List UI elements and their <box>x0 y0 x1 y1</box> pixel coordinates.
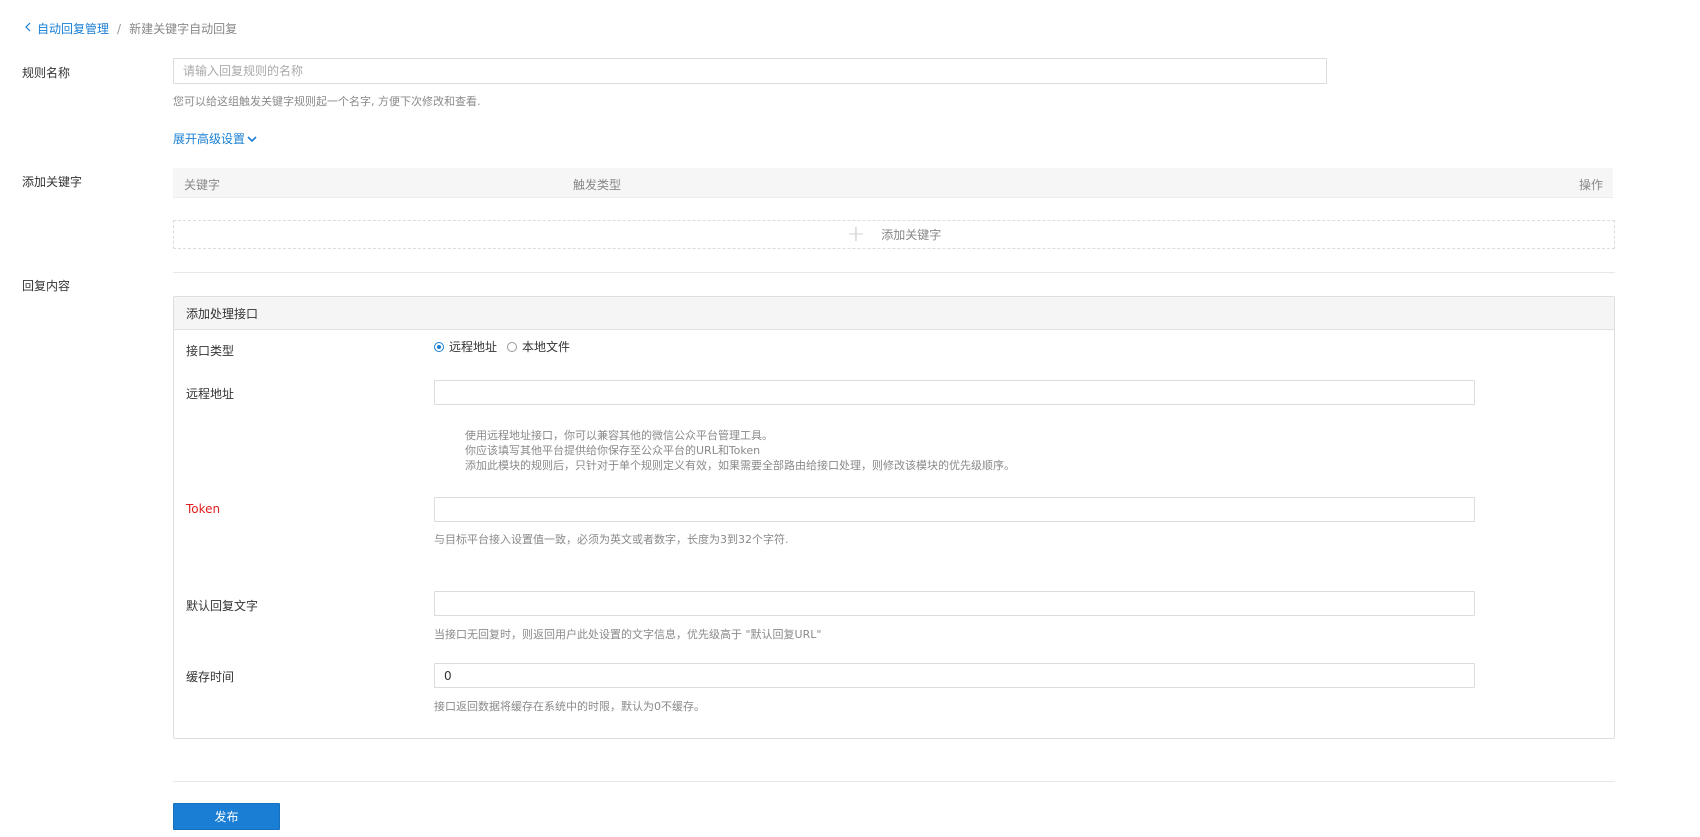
expand-advanced-link[interactable]: 展开高级设置 <box>173 130 257 147</box>
cache-time-help: 接口返回数据将缓存在系统中的时限，默认为0不缓存。 <box>434 700 705 713</box>
reply-content-label: 回复内容 <box>22 279 71 293</box>
radio-local-file-label: 本地文件 <box>522 340 571 354</box>
breadcrumb-parent-link[interactable]: 自动回复管理 <box>37 20 109 37</box>
api-panel-title: 添加处理接口 <box>174 297 1614 330</box>
remote-url-label: 远程地址 <box>186 387 235 401</box>
token-input[interactable] <box>434 497 1475 522</box>
column-header-trigger-type: 触发类型 <box>573 178 622 192</box>
token-help: 与目标平台接入设置值一致，必须为英文或者数字，长度为3到32个字符. <box>434 533 789 546</box>
radio-remote-url[interactable]: 远程地址 <box>434 338 497 355</box>
default-reply-text-label: 默认回复文字 <box>186 599 259 613</box>
plus-icon: + <box>846 221 866 247</box>
section-divider <box>173 272 1615 273</box>
radio-unchecked-icon <box>507 341 518 352</box>
cache-time-input[interactable] <box>434 663 1475 688</box>
remote-url-help-line: 使用远程地址接口，你可以兼容其他的微信公众平台管理工具。 <box>465 429 773 442</box>
breadcrumb-separator: / <box>117 21 122 36</box>
rule-name-label: 规则名称 <box>22 66 71 80</box>
radio-checked-icon <box>434 341 444 352</box>
keywords-table-header: 关键字 触发类型 操作 <box>173 168 1613 198</box>
footer-divider <box>173 781 1615 782</box>
cache-time-label: 缓存时间 <box>186 670 235 684</box>
default-reply-text-help: 当接口无回复时，则返回用户此处设置的文字信息，优先级高于 "默认回复URL" <box>434 628 822 641</box>
chevron-left-icon[interactable] <box>24 21 31 36</box>
radio-local-file[interactable]: 本地文件 <box>507 338 570 355</box>
column-header-keyword: 关键字 <box>184 178 221 192</box>
chevron-down-icon <box>247 135 257 142</box>
add-keyword-label: 添加关键字 <box>881 228 942 242</box>
column-header-actions: 操作 <box>1578 178 1603 192</box>
remote-url-help: 使用远程地址接口，你可以兼容其他的微信公众平台管理工具。 你应该填写其他平台提供… <box>465 428 1015 473</box>
default-reply-text-input[interactable] <box>434 591 1475 616</box>
expand-advanced-label: 展开高级设置 <box>173 132 246 146</box>
radio-remote-url-label: 远程地址 <box>449 340 498 354</box>
add-keyword-button[interactable]: + 添加关键字 <box>173 220 1615 249</box>
token-label: Token <box>186 502 221 516</box>
publish-button[interactable]: 发布 <box>173 803 280 830</box>
remote-url-help-line: 添加此模块的规则后，只针对于单个规则定义有效，如果需要全部路由给接口处理，则修改… <box>465 459 1015 472</box>
api-type-label: 接口类型 <box>186 344 235 358</box>
breadcrumb: 自动回复管理 / 新建关键字自动回复 <box>24 20 237 37</box>
keywords-label: 添加关键字 <box>22 175 83 189</box>
rule-name-input[interactable] <box>173 58 1327 84</box>
breadcrumb-current: 新建关键字自动回复 <box>129 22 238 36</box>
rule-name-help: 您可以给这组触发关键字规则起一个名字, 方便下次修改和查看. <box>173 95 481 108</box>
api-type-radio-group: 远程地址 本地文件 <box>434 338 580 355</box>
remote-url-input[interactable] <box>434 380 1475 405</box>
remote-url-help-line: 你应该填写其他平台提供给你保存至公众平台的URL和Token <box>465 444 761 457</box>
